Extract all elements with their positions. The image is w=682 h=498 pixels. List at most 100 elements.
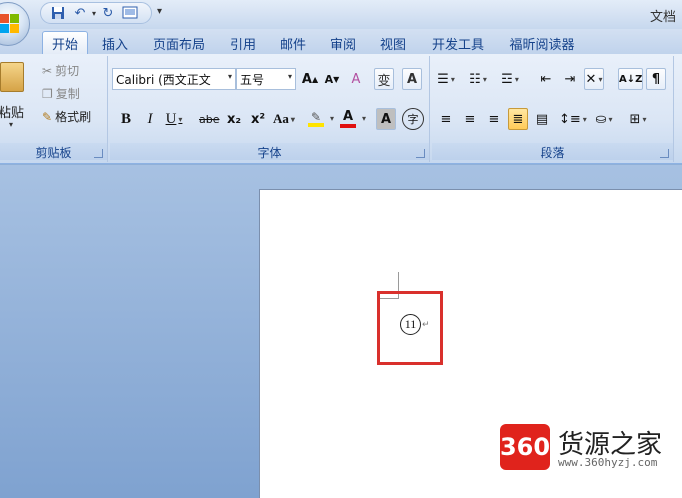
distributed-button[interactable]: ▤ bbox=[532, 108, 552, 130]
tab-foxit-reader[interactable]: 福昕阅读器 bbox=[504, 33, 580, 54]
tab-insert[interactable]: 插入 bbox=[98, 33, 132, 54]
cut-button[interactable]: ✂ 剪切 bbox=[42, 62, 79, 79]
align-center-icon: ≡ bbox=[464, 111, 476, 127]
chinese-layout-icon: ✕ bbox=[585, 71, 597, 87]
font-color-label: A bbox=[342, 109, 354, 124]
pilcrow-icon: ¶ bbox=[651, 71, 661, 87]
shading-button[interactable]: ⛀ ▾ bbox=[594, 108, 614, 130]
highlight-color-button[interactable]: ✎ bbox=[306, 108, 326, 130]
tab-home[interactable]: 开始 bbox=[42, 31, 88, 54]
font-color-swatch bbox=[340, 124, 356, 128]
shrink-font-button[interactable]: A ▼ bbox=[322, 68, 342, 90]
ribbon-tabs: 开始 插入 页面布局 引用 邮件 审阅 视图 开发工具 福昕阅读器 bbox=[0, 29, 682, 54]
print-preview-icon[interactable] bbox=[121, 5, 139, 21]
font-name-value: Calibri (西文正文 bbox=[116, 73, 211, 87]
tab-review[interactable]: 审阅 bbox=[326, 33, 360, 54]
sort-icon: A↓Z bbox=[619, 73, 643, 85]
clipboard-group-label: 剪贴板 bbox=[0, 143, 107, 160]
redo-icon[interactable]: ↻ bbox=[99, 5, 117, 21]
save-icon[interactable] bbox=[49, 5, 67, 21]
paste-button[interactable]: 粘贴 ▾ bbox=[0, 56, 32, 142]
highlight-dropdown-icon[interactable]: ▾ bbox=[330, 114, 334, 123]
change-case-button[interactable]: Aa ▾ bbox=[272, 108, 296, 130]
italic-button[interactable]: I bbox=[140, 108, 160, 130]
paragraph-group: ☰ ▾ ☷ ▾ ☲ ▾ ⇤ ⇥ ✕ ▾ A↓Z ¶ ≡ ≡ ≡ ≣ ▤ ↕≡ ▾… bbox=[432, 56, 674, 162]
justify-icon: ≣ bbox=[512, 111, 524, 127]
sort-button[interactable]: A↓Z bbox=[618, 68, 644, 90]
decrease-indent-button[interactable]: ⇤ bbox=[536, 68, 556, 90]
phonetic-guide-label: 变 bbox=[377, 73, 391, 89]
align-right-button[interactable]: ≡ bbox=[484, 108, 504, 130]
window-title: 文档 bbox=[650, 10, 677, 25]
line-spacing-icon: ↕≡ bbox=[559, 111, 581, 127]
copy-label: 复制 bbox=[55, 87, 80, 101]
clipboard-group: 粘贴 ▾ ✂ 剪切 ❐ 复制 ✎ 格式刷 剪贴板 bbox=[0, 56, 108, 162]
customize-qat-icon[interactable]: ▾ bbox=[157, 6, 162, 17]
font-color-dropdown-icon[interactable]: ▾ bbox=[362, 114, 366, 123]
change-case-label: Aa bbox=[273, 111, 289, 126]
grow-font-button[interactable]: A ▲ bbox=[300, 68, 320, 90]
character-border-button[interactable]: A bbox=[402, 68, 422, 90]
format-painter-button[interactable]: ✎ 格式刷 bbox=[42, 108, 91, 125]
font-size-value: 五号 bbox=[240, 73, 265, 87]
clear-format-button[interactable]: A bbox=[346, 68, 366, 90]
font-launcher-icon[interactable] bbox=[416, 149, 425, 158]
superscript-button[interactable]: x² bbox=[248, 108, 268, 130]
paragraph-mark: ↵ bbox=[422, 320, 430, 330]
bullets-icon: ☰ bbox=[437, 71, 449, 87]
paste-icon bbox=[0, 62, 24, 92]
font-color-button[interactable]: A bbox=[338, 108, 358, 130]
bold-label: B bbox=[120, 110, 131, 127]
clear-format-label: A bbox=[351, 71, 361, 87]
clipboard-launcher-icon[interactable] bbox=[94, 149, 103, 158]
strikethrough-button[interactable]: abe bbox=[198, 108, 221, 130]
multilevel-list-icon: ☲ bbox=[501, 71, 513, 87]
character-shading-label: A bbox=[380, 111, 392, 127]
tab-references[interactable]: 引用 bbox=[226, 33, 260, 54]
numbering-button[interactable]: ☷ ▾ bbox=[468, 68, 488, 90]
show-marks-button[interactable]: ¶ bbox=[646, 68, 666, 90]
highlighter-icon: ✎ bbox=[310, 110, 322, 124]
align-center-button[interactable]: ≡ bbox=[460, 108, 480, 130]
multilevel-list-button[interactable]: ☲ ▾ bbox=[500, 68, 520, 90]
bullets-button[interactable]: ☰ ▾ bbox=[436, 68, 456, 90]
paste-dropdown-icon: ▾ bbox=[9, 120, 14, 129]
watermark-url: www.360hyzj.com bbox=[558, 456, 658, 469]
phonetic-guide-button[interactable]: 变 bbox=[374, 68, 394, 90]
tab-mailings[interactable]: 邮件 bbox=[276, 33, 310, 54]
character-shading-button[interactable]: A bbox=[376, 108, 396, 130]
scissors-icon: ✂ bbox=[42, 63, 53, 78]
borders-button[interactable]: ⊞ ▾ bbox=[628, 108, 648, 130]
copy-icon: ❐ bbox=[42, 86, 53, 101]
line-spacing-button[interactable]: ↕≡ ▾ bbox=[558, 108, 588, 130]
tab-page-layout[interactable]: 页面布局 bbox=[148, 33, 210, 54]
font-name-combo[interactable]: Calibri (西文正文 ▾ bbox=[112, 68, 236, 90]
numbering-icon: ☷ bbox=[469, 71, 481, 87]
enclose-characters-label: 字 bbox=[407, 113, 419, 126]
tab-view[interactable]: 视图 bbox=[376, 33, 410, 54]
decrease-indent-icon: ⇤ bbox=[540, 71, 552, 87]
subscript-label: x₂ bbox=[226, 111, 242, 127]
quick-access-toolbar: ↶ ▾ ↻ bbox=[40, 2, 152, 24]
distributed-icon: ▤ bbox=[535, 111, 549, 127]
enclosed-character[interactable]: 11 bbox=[400, 314, 421, 335]
paragraph-launcher-icon[interactable] bbox=[660, 149, 669, 158]
tab-developer[interactable]: 开发工具 bbox=[426, 33, 490, 54]
copy-button[interactable]: ❐ 复制 bbox=[42, 85, 80, 102]
superscript-label: x² bbox=[250, 111, 266, 127]
bold-button[interactable]: B bbox=[116, 108, 136, 130]
align-right-icon: ≡ bbox=[488, 111, 500, 127]
format-painter-label: 格式刷 bbox=[55, 110, 92, 124]
grow-font-label: A bbox=[301, 71, 312, 87]
font-group: Calibri (西文正文 ▾ 五号 ▾ A ▲ A ▼ A 变 A B I U ▾ bbox=[110, 56, 430, 162]
subscript-button[interactable]: x₂ bbox=[224, 108, 244, 130]
office-logo-icon bbox=[0, 14, 20, 34]
justify-button[interactable]: ≣ bbox=[508, 108, 528, 130]
increase-indent-button[interactable]: ⇥ bbox=[560, 68, 580, 90]
font-size-combo[interactable]: 五号 ▾ bbox=[236, 68, 296, 90]
underline-button[interactable]: U ▾ bbox=[164, 108, 184, 130]
chinese-layout-button[interactable]: ✕ ▾ bbox=[584, 68, 604, 90]
enclose-characters-button[interactable]: 字 bbox=[402, 108, 424, 130]
align-left-button[interactable]: ≡ bbox=[436, 108, 456, 130]
character-border-label: A bbox=[406, 71, 418, 87]
